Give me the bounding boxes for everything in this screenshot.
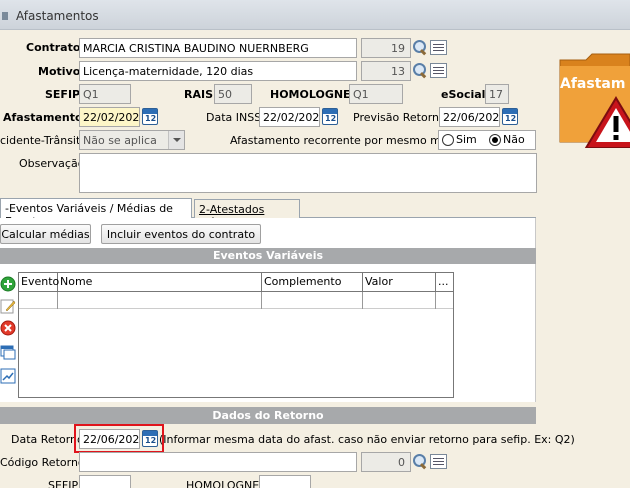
rais-field[interactable]: 50 xyxy=(214,84,252,104)
esocial-field[interactable]: 17 xyxy=(485,84,509,104)
recorrente-nao-radio[interactable] xyxy=(489,134,501,146)
incluir-eventos-button[interactable]: Incluir eventos do contrato xyxy=(101,224,261,244)
col-evento[interactable]: Evento xyxy=(19,273,59,291)
tab-eventos-variaveis[interactable]: -Eventos Variáveis / Médias de Eventos xyxy=(0,198,192,228)
retorno-sefip-field[interactable] xyxy=(79,475,131,488)
copy-icon[interactable] xyxy=(0,344,16,360)
homolognet-label: HOMOLOGNET xyxy=(270,88,359,101)
eventos-grid-header: Evento Nome Complemento Valor ... xyxy=(19,273,453,292)
add-icon[interactable] xyxy=(0,276,16,292)
tab-atestados-medicos[interactable]: 2-Atestados Médicos xyxy=(194,199,300,229)
recorrente-sim-label: Sim xyxy=(456,133,477,146)
codigo-retorno-label: Código Retorno xyxy=(0,456,85,469)
delete-icon[interactable] xyxy=(0,320,16,336)
contrato-search-icon[interactable] xyxy=(412,39,428,55)
motivo-search-icon[interactable] xyxy=(412,62,428,78)
sefip-field[interactable]: Q1 xyxy=(79,84,131,104)
edit-icon[interactable] xyxy=(0,298,16,314)
recorrente-label: Afastamento recorrente por mesmo motivo xyxy=(230,134,469,147)
codigo-retorno-field[interactable] xyxy=(79,452,357,472)
dados-retorno-header: Dados do Retorno xyxy=(0,407,536,424)
table-row[interactable] xyxy=(19,292,453,309)
acidente-transito-select[interactable]: Não se aplica xyxy=(79,130,185,150)
window-titlebar: Afastamentos xyxy=(0,0,630,30)
acidente-transito-value: Não se aplica xyxy=(83,134,157,147)
acidente-transito-label: cidente-Trânsito xyxy=(0,134,88,147)
afastamento-date-field[interactable]: 22/02/2022 xyxy=(79,107,140,127)
chart-icon[interactable] xyxy=(0,368,16,384)
data-retorno-highlight xyxy=(74,424,164,453)
afastamento-label: Afastamento xyxy=(3,111,83,124)
previsao-retorno-label: Previsão Retorno xyxy=(353,111,446,124)
data-retorno-hint: (Informar mesma data do afast. caso não … xyxy=(159,433,575,446)
previsao-retorno-field[interactable]: 22/06/2022 xyxy=(439,107,500,127)
afastamento-banner-icon: Afastam xyxy=(556,50,630,149)
retorno-sefip-label: SEFIP xyxy=(48,479,79,488)
contrato-list-icon[interactable] xyxy=(430,40,447,55)
sefip-label: SEFIP xyxy=(45,88,81,101)
window-title: Afastamentos xyxy=(16,9,99,23)
col-complemento[interactable]: Complemento xyxy=(262,273,363,291)
observacao-textarea[interactable] xyxy=(79,153,537,193)
eventos-variaveis-header: Eventos Variáveis xyxy=(0,248,536,264)
contrato-code-field[interactable]: 19 xyxy=(361,38,411,58)
motivo-field[interactable]: Licença-maternidade, 120 dias xyxy=(79,61,357,81)
observacao-label: Observação xyxy=(19,157,85,170)
contrato-field[interactable]: MARCIA CRISTINA BAUDINO NUERNBERG xyxy=(79,38,357,58)
recorrente-radio-group: Sim Não xyxy=(438,130,536,150)
codigo-retorno-code-field[interactable]: 0 xyxy=(361,452,411,472)
col-nome[interactable]: Nome xyxy=(58,273,262,291)
motivo-label: Motivo xyxy=(38,65,81,78)
previsao-retorno-calendar-icon[interactable]: 12 xyxy=(502,108,518,125)
esocial-label: eSocial xyxy=(441,88,486,101)
afastamento-calendar-icon[interactable]: 12 xyxy=(142,108,158,125)
data-retorno-label: Data Retorno xyxy=(11,433,84,446)
contrato-label: Contrato xyxy=(26,41,81,54)
retorno-homolognet-label: HOMOLOGNET xyxy=(186,479,266,488)
col-more[interactable]: ... xyxy=(436,273,453,291)
col-valor[interactable]: Valor xyxy=(363,273,436,291)
data-inss-label: Data INSS xyxy=(206,111,262,124)
eventos-grid[interactable]: Evento Nome Complemento Valor ... xyxy=(18,272,454,398)
data-inss-calendar-icon[interactable]: 12 xyxy=(322,108,338,125)
motivo-list-icon[interactable] xyxy=(430,63,447,78)
banner-text: Afastam xyxy=(560,76,626,92)
recorrente-sim-radio[interactable] xyxy=(442,134,454,146)
chevron-down-icon[interactable] xyxy=(168,131,184,149)
codigo-retorno-list-icon[interactable] xyxy=(430,454,447,469)
motivo-code-field[interactable]: 13 xyxy=(361,61,411,81)
homolognet-field[interactable]: Q1 xyxy=(349,84,403,104)
codigo-retorno-search-icon[interactable] xyxy=(412,453,428,469)
window-icon xyxy=(2,12,8,20)
data-inss-field[interactable]: 22/02/2022 xyxy=(259,107,320,127)
retorno-homolognet-field[interactable] xyxy=(259,475,311,488)
recorrente-nao-label: Não xyxy=(503,133,525,146)
calcular-medias-button[interactable]: Calcular médias xyxy=(0,224,91,244)
rais-label: RAIS xyxy=(184,88,213,101)
